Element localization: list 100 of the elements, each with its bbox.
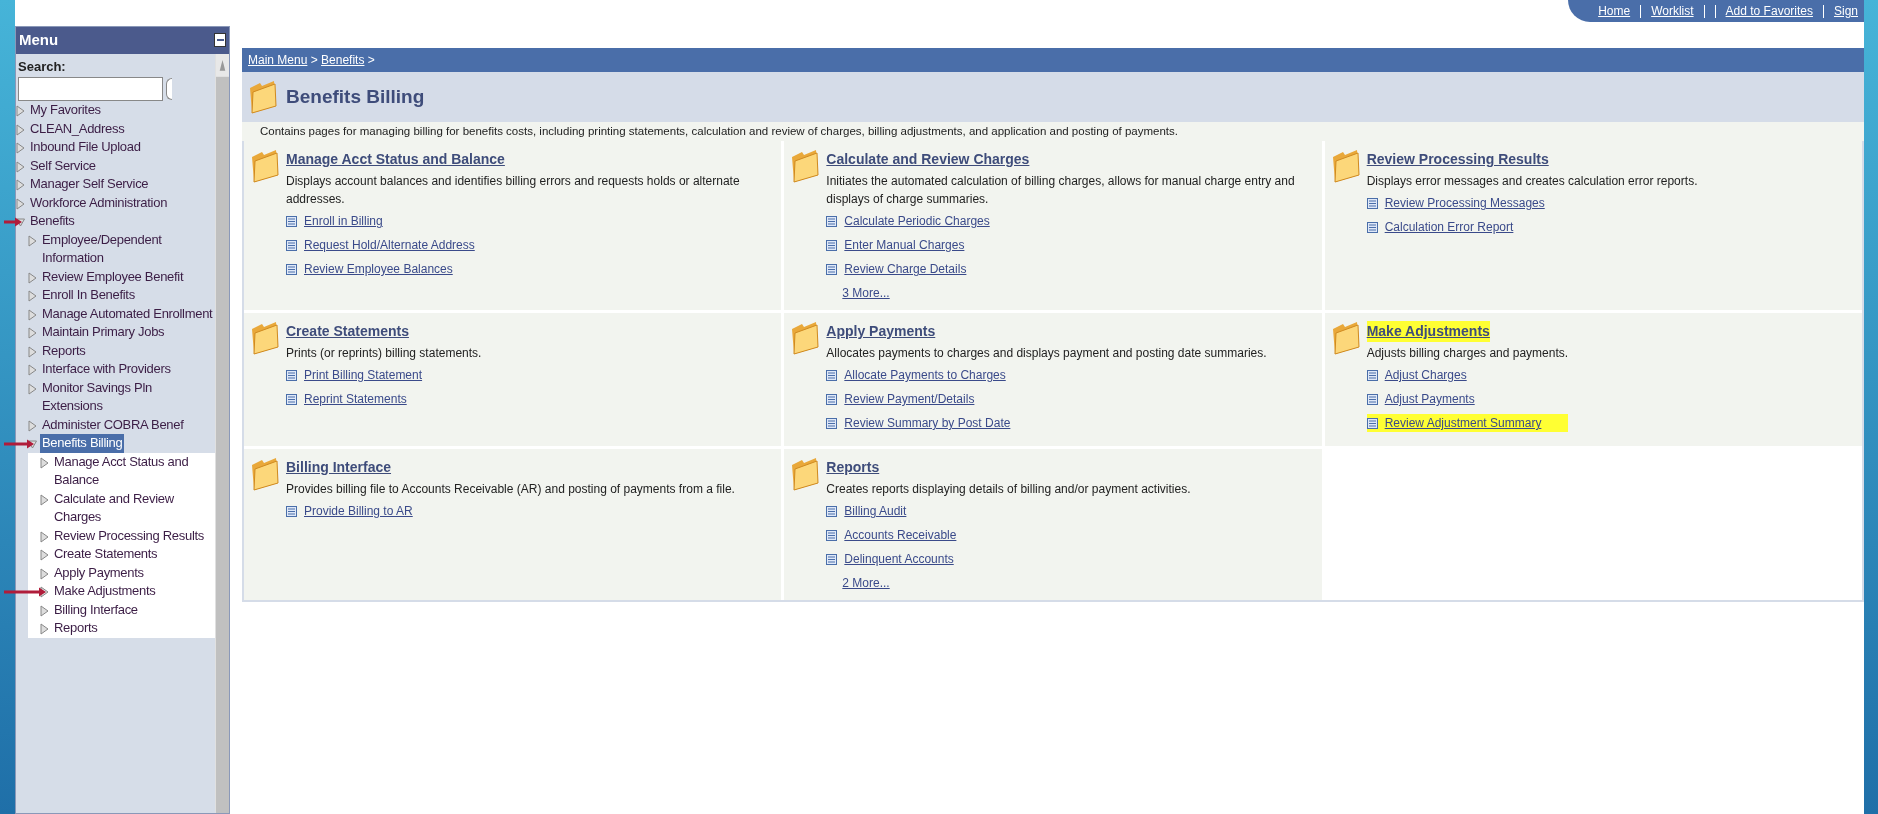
search-field[interactable] [18,77,163,101]
page-link[interactable]: Review Employee Balances [302,260,455,279]
collapsed-triangle-icon[interactable] [40,604,49,617]
section-description: Creates reports displaying details of billing and/or payment activities. [826,481,1191,499]
page-link[interactable]: Request Hold/Alternate Address [302,236,477,255]
page-link[interactable]: Allocate Payments to Charges [842,366,1008,385]
section-title-link[interactable]: Create Statements [286,321,409,343]
page-icon [286,505,297,517]
page-link[interactable]: Reprint Statements [302,390,409,409]
page-link[interactable]: Calculation Error Report [1382,218,1516,237]
page-link[interactable]: Review Payment/Details [842,390,977,409]
breadcrumb-link[interactable]: Main Menu [248,53,308,67]
menu-item[interactable]: Review Processing Results [52,526,206,545]
nav-link[interactable]: Add to Favorites [1725,2,1813,20]
section-description: Allocates payments to charges and displays payment and posting date summaries. [826,345,1267,363]
collapse-button[interactable] [214,33,226,48]
page-icon [1366,197,1378,209]
collapsed-triangle-icon[interactable] [40,493,49,506]
page-icon [826,505,838,517]
page-link[interactable]: Provide Billing to AR [302,502,415,521]
nav-link[interactable]: Sign [1833,2,1858,20]
page-icon [1366,417,1378,429]
page-link[interactable]: Enter Manual Charges [842,236,967,255]
folder-icon [1330,321,1361,356]
menu-item[interactable]: Apply Payments [52,563,146,582]
section-title-link[interactable]: Billing Interface [286,457,392,479]
page-icon [826,417,838,429]
menu-item[interactable]: Reports [52,619,100,638]
menu-item[interactable]: Employee/Dependent Information [40,230,215,268]
menu-item[interactable]: Review Employee Benefit [40,267,186,286]
section-description: Displays error messages and creates calculation error reports. [1366,173,1698,191]
menu-title: Menu [19,30,59,50]
page-link[interactable]: Adjust Charges [1382,366,1469,385]
search-button[interactable] [166,78,172,100]
page-link[interactable]: Accounts Receivable [842,526,959,545]
page-link[interactable]: Calculate Periodic Charges [842,212,992,231]
section-description: Adjusts billing charges and payments. [1366,345,1569,363]
menu-item[interactable]: Enroll In Benefits [40,286,137,305]
menu-item[interactable]: Manager Self Service [28,175,151,194]
section-description: Displays account balances and identifies billing errors and requests holds or alternate addresses. [286,173,741,209]
menu-item[interactable]: Maintain Primary Jobs [40,323,167,342]
menu-item[interactable]: Benefits Billing [40,434,125,453]
menu-item[interactable]: Billing Interface [52,600,140,619]
section-title-link[interactable]: Review Processing Results [1366,149,1549,171]
menu-item[interactable]: Make Adjustments [52,582,158,601]
section-title-link[interactable]: Apply Payments [826,321,936,343]
page-icon [826,239,838,251]
menu-item[interactable]: Workforce Administration [28,193,170,212]
breadcrumb-link[interactable]: Benefits [321,53,365,67]
page-link[interactable]: Review Summary by Post Date [842,414,1013,433]
page-icon [826,215,838,227]
section-title-link[interactable]: Manage Acct Status and Balance [286,149,505,171]
nav-link[interactable]: Worklist [1651,2,1694,20]
menu-item[interactable]: CLEAN_Address [28,119,127,138]
collapsed-triangle-icon[interactable] [40,530,49,543]
menu-item[interactable]: Reports [40,341,88,360]
menu-item[interactable]: My Favorites [28,101,103,120]
page-link[interactable]: Delinquent Accounts [842,550,956,569]
page-icon [286,263,297,275]
more-link[interactable]: 3 More... [842,286,890,301]
section-description: Provides billing file to Accounts Receivable (AR) and posting of payments from a file. [286,481,735,499]
collapsed-triangle-icon[interactable] [40,549,49,561]
collapsed-triangle-icon[interactable] [40,456,49,469]
page-icon [286,239,297,251]
menu-item[interactable]: Manage Acct Status and Balance [52,452,215,490]
page-link[interactable]: Review Charge Details [842,260,969,279]
page-icon [1366,393,1378,405]
collapsed-triangle-icon[interactable] [40,567,49,580]
menu-item[interactable]: Calculate and Review Charges [52,489,215,527]
page-icon [826,393,838,405]
section-title-link[interactable]: Reports [826,457,880,479]
nav-link[interactable]: Home [1598,2,1631,20]
folder-icon [250,457,280,492]
search-label: Search: [17,57,67,76]
page-icon [286,215,297,227]
folder-icon [1330,149,1361,184]
menu-item[interactable]: Interface with Providers [40,360,173,379]
menu-item[interactable]: Self Service [28,156,98,175]
page-icon [286,369,297,381]
menu-item[interactable]: Manage Automated Enrollment [40,304,215,323]
scrollbar[interactable] [215,53,229,813]
page-icon [826,553,838,565]
section-title-link[interactable]: Make Adjustments [1366,321,1490,343]
collapsed-triangle-icon[interactable] [40,623,49,635]
page-link[interactable]: Adjust Payments [1382,390,1477,409]
page-link[interactable]: Billing Audit [842,502,909,521]
page-link[interactable]: Review Processing Messages [1382,194,1547,213]
section-description: Prints (or reprints) billing statements. [286,345,482,363]
folder-icon [250,321,280,356]
menu-item[interactable]: Inbound File Upload [28,138,143,157]
page-link[interactable]: Enroll in Billing [302,212,385,231]
more-link[interactable]: 2 More... [842,576,890,591]
section-title-link[interactable]: Calculate and Review Charges [826,149,1030,171]
menu-item[interactable]: Create Statements [52,545,160,564]
menu-item[interactable]: Administer COBRA Benef [40,415,186,434]
page-icon [826,263,838,275]
breadcrumb-separator: > [309,53,319,67]
menu-item[interactable]: Monitor Savings Pln Extensions [40,378,215,416]
menu-item[interactable]: Benefits [28,212,77,231]
page-link[interactable]: Print Billing Statement [302,366,425,385]
